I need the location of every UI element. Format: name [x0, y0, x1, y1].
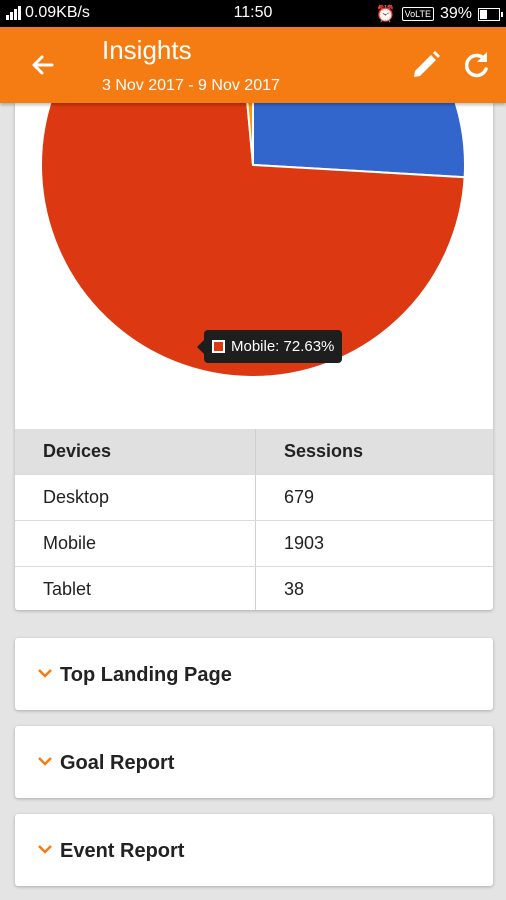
volte-badge: VoLTE [401, 7, 434, 21]
sessions-cell: 1903 [255, 520, 493, 567]
sessions-cell: 679 [255, 474, 493, 521]
chevron-down-icon [38, 669, 52, 678]
section-title: Top Landing Page [60, 664, 232, 686]
chevron-down-icon [38, 757, 52, 766]
back-arrow-icon[interactable] [24, 45, 64, 85]
device-cell: Desktop [15, 474, 256, 521]
devices-column-header: Devices [15, 429, 256, 475]
section-title: Goal Report [60, 752, 175, 774]
goal-report-section[interactable]: Goal Report [15, 726, 493, 798]
sessions-column-header: Sessions [255, 429, 493, 475]
table-row: Desktop 679 [15, 474, 493, 521]
device-cell: Mobile [15, 520, 256, 567]
devices-table: Devices Sessions Desktop 679 Mobile 1903… [15, 429, 493, 610]
battery-icon [478, 7, 503, 21]
status-bar: 0.09KB/s 11:50 ⏰ VoLTE 39% [0, 0, 506, 27]
chevron-down-icon [38, 845, 52, 854]
page-title: Insights [102, 35, 192, 65]
device-pie-chart [40, 103, 466, 378]
section-title: Event Report [60, 840, 185, 862]
device-chart-card: Mobile: 72.63% Devices Sessions Desktop … [15, 103, 493, 610]
app-bar: Insights 3 Nov 2017 - 9 Nov 2017 [0, 27, 506, 103]
top-landing-page-section[interactable]: Top Landing Page [15, 638, 493, 710]
device-cell: Tablet [15, 566, 256, 610]
table-row: Tablet 38 [15, 566, 493, 610]
refresh-icon[interactable] [456, 45, 496, 85]
date-range[interactable]: 3 Nov 2017 - 9 Nov 2017 [102, 77, 280, 95]
table-header-row: Devices Sessions [15, 429, 493, 475]
chart-tooltip: Mobile: 72.63% [196, 330, 343, 363]
edit-pencil-icon[interactable] [406, 45, 446, 85]
tooltip-text: Mobile: 72.63% [231, 338, 335, 355]
tooltip-swatch [212, 340, 225, 353]
battery-percentage: 39% [439, 5, 472, 22]
sessions-cell: 38 [284, 579, 305, 599]
table-row: Mobile 1903 [15, 520, 493, 567]
event-report-section[interactable]: Event Report [15, 814, 493, 886]
alarm-icon: ⏰ [375, 6, 396, 23]
